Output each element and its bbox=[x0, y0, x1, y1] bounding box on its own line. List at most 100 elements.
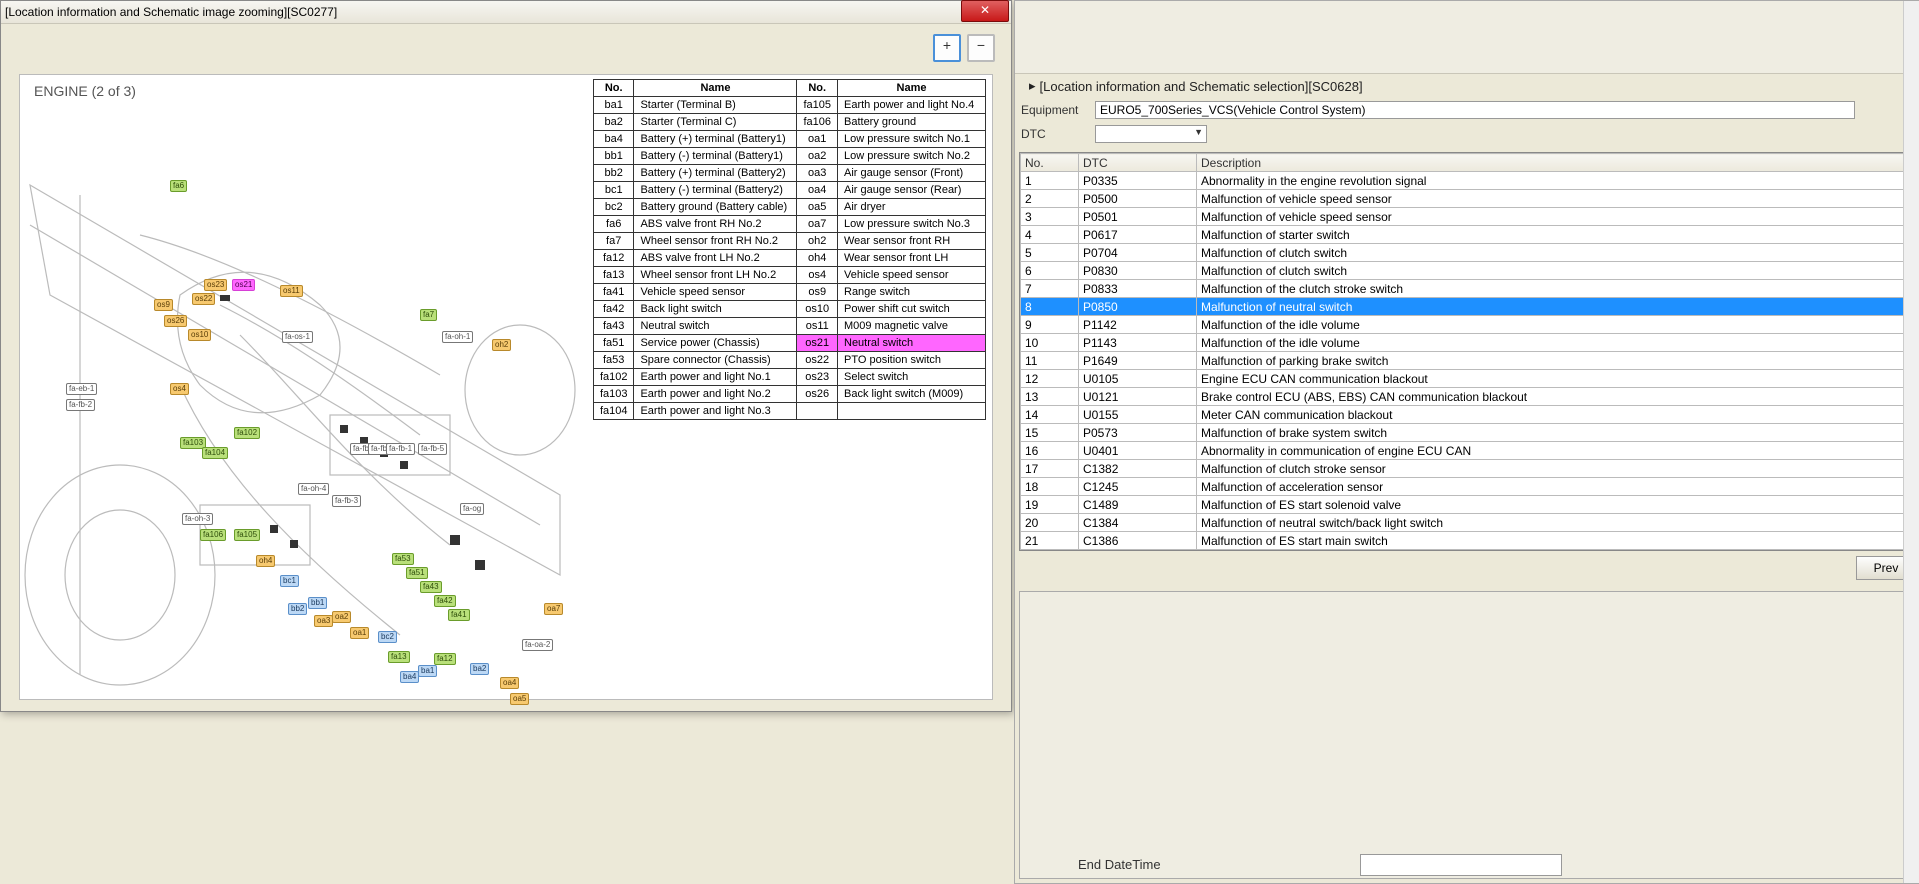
callout-label[interactable]: os10 bbox=[188, 329, 211, 341]
callout-label[interactable]: os26 bbox=[164, 315, 187, 327]
callout-label[interactable]: oh2 bbox=[492, 339, 511, 351]
callout-label[interactable]: fa51 bbox=[406, 567, 428, 579]
callout-label[interactable]: fa43 bbox=[420, 581, 442, 593]
dtc-row[interactable]: 3P0501Malfunction of vehicle speed senso… bbox=[1021, 208, 1915, 226]
dtc-row[interactable]: 5P0704Malfunction of clutch switch bbox=[1021, 244, 1915, 262]
ref-row[interactable]: fa104Earth power and light No.3 bbox=[593, 403, 985, 420]
ref-row[interactable]: fa43Neutral switchos11M009 magnetic valv… bbox=[593, 318, 985, 335]
ref-row[interactable]: fa13Wheel sensor front LH No.2os4Vehicle… bbox=[593, 267, 985, 284]
callout-label[interactable]: oa2 bbox=[332, 611, 351, 623]
callout-label[interactable]: fa102 bbox=[234, 427, 260, 439]
dtc-row[interactable]: 1P0335Abnormality in the engine revoluti… bbox=[1021, 172, 1915, 190]
callout-label[interactable]: bc2 bbox=[378, 631, 397, 643]
callout-label[interactable]: fa104 bbox=[202, 447, 228, 459]
callout-label[interactable]: fa-og bbox=[460, 503, 484, 515]
callout-label[interactable]: fa-fb-3 bbox=[332, 495, 361, 507]
grid-header-dtc[interactable]: DTC bbox=[1079, 154, 1197, 172]
dtc-row[interactable]: 6P0830Malfunction of clutch switch bbox=[1021, 262, 1915, 280]
dtc-row[interactable]: 20C1384Malfunction of neutral switch/bac… bbox=[1021, 514, 1915, 532]
dtc-row[interactable]: 4P0617Malfunction of starter switch bbox=[1021, 226, 1915, 244]
dtc-row[interactable]: 18C1245Malfunction of acceleration senso… bbox=[1021, 478, 1915, 496]
ref-row[interactable]: ba2Starter (Terminal C)fa106Battery grou… bbox=[593, 114, 985, 131]
callout-label[interactable]: bb1 bbox=[308, 597, 327, 609]
callout-label[interactable]: fa-oa-2 bbox=[522, 639, 553, 651]
ref-row[interactable]: fa53Spare connector (Chassis)os22PTO pos… bbox=[593, 352, 985, 369]
dtc-row[interactable]: 14U0155Meter CAN communication blackout bbox=[1021, 406, 1915, 424]
end-datetime-field[interactable] bbox=[1360, 854, 1562, 876]
dtc-row[interactable]: 21C1386Malfunction of ES start main swit… bbox=[1021, 532, 1915, 550]
dtc-row[interactable]: 17C1382Malfunction of clutch stroke sens… bbox=[1021, 460, 1915, 478]
callout-label[interactable]: fa105 bbox=[234, 529, 260, 541]
dtc-row[interactable]: 11P1649Malfunction of parking brake swit… bbox=[1021, 352, 1915, 370]
zoom-out-button[interactable]: − bbox=[967, 34, 995, 62]
dtc-row[interactable]: 19C1489Malfunction of ES start solenoid … bbox=[1021, 496, 1915, 514]
ref-row[interactable]: fa7Wheel sensor front RH No.2oh2Wear sen… bbox=[593, 233, 985, 250]
dtc-grid[interactable]: No. DTC Description 1P0335Abnormality in… bbox=[1020, 153, 1915, 550]
zoom-in-button[interactable]: + bbox=[933, 34, 961, 62]
callout-label[interactable]: os22 bbox=[192, 293, 215, 305]
callout-label[interactable]: fa-oh-1 bbox=[442, 331, 473, 343]
dtc-row[interactable]: 12U0105Engine ECU CAN communication blac… bbox=[1021, 370, 1915, 388]
ref-row[interactable]: bb2Battery (+) terminal (Battery2)oa3Air… bbox=[593, 165, 985, 182]
ref-row[interactable]: fa12ABS valve front LH No.2oh4Wear senso… bbox=[593, 250, 985, 267]
callout-label[interactable]: fa42 bbox=[434, 595, 456, 607]
dtc-row[interactable]: 15P0573Malfunction of brake system switc… bbox=[1021, 424, 1915, 442]
dtc-row[interactable]: 9P1142Malfunction of the idle volume bbox=[1021, 316, 1915, 334]
callout-label[interactable]: fa53 bbox=[392, 553, 414, 565]
ref-row[interactable]: fa6ABS valve front RH No.2oa7Low pressur… bbox=[593, 216, 985, 233]
callout-label[interactable]: fa-eb-1 bbox=[66, 383, 97, 395]
callout-label[interactable]: bb2 bbox=[288, 603, 307, 615]
callout-label[interactable]: ba4 bbox=[400, 671, 419, 683]
callout-label[interactable]: fa-fb-5 bbox=[418, 443, 447, 455]
callout-label[interactable]: fa-oh-4 bbox=[298, 483, 329, 495]
callout-label[interactable]: ba2 bbox=[470, 663, 489, 675]
dtc-row[interactable]: 16U0401Abnormality in communication of e… bbox=[1021, 442, 1915, 460]
callout-label[interactable]: os21 bbox=[232, 279, 255, 291]
ref-row[interactable]: fa103Earth power and light No.2os26Back … bbox=[593, 386, 985, 403]
ref-row[interactable]: bc1Battery (-) terminal (Battery2)oa4Air… bbox=[593, 182, 985, 199]
callout-label[interactable]: fa41 bbox=[448, 609, 470, 621]
ref-row[interactable]: fa42Back light switchos10Power shift cut… bbox=[593, 301, 985, 318]
callout-label[interactable]: oa4 bbox=[500, 677, 519, 689]
callout-label[interactable]: fa-fb-2 bbox=[66, 399, 95, 411]
callout-label[interactable]: oa7 bbox=[544, 603, 563, 615]
scrollbar[interactable] bbox=[1903, 1, 1919, 883]
ref-row[interactable]: fa51Service power (Chassis)os21Neutral s… bbox=[593, 335, 985, 352]
callout-label[interactable]: oa5 bbox=[510, 693, 529, 705]
callout-label[interactable]: oa3 bbox=[314, 615, 333, 627]
callout-label[interactable]: os11 bbox=[280, 285, 303, 297]
callout-label[interactable]: bc1 bbox=[280, 575, 299, 587]
ref-row[interactable]: fa41Vehicle speed sensoros9Range switch bbox=[593, 284, 985, 301]
grid-header-no[interactable]: No. bbox=[1021, 154, 1079, 172]
dtc-row[interactable]: 7P0833Malfunction of the clutch stroke s… bbox=[1021, 280, 1915, 298]
callout-label[interactable]: fa106 bbox=[200, 529, 226, 541]
callout-label[interactable]: oa1 bbox=[350, 627, 369, 639]
dtc-row[interactable]: 8P0850Malfunction of neutral switch bbox=[1021, 298, 1915, 316]
dtc-row[interactable]: 10P1143Malfunction of the idle volume bbox=[1021, 334, 1915, 352]
ref-row[interactable]: ba4Battery (+) terminal (Battery1)oa1Low… bbox=[593, 131, 985, 148]
callout-label[interactable]: fa-fb-1 bbox=[386, 443, 415, 455]
callout-label[interactable]: fa-os-1 bbox=[282, 331, 313, 343]
callout-label[interactable]: os4 bbox=[170, 383, 189, 395]
callout-label[interactable]: fa7 bbox=[420, 309, 437, 321]
dtc-row[interactable]: 2P0500Malfunction of vehicle speed senso… bbox=[1021, 190, 1915, 208]
callout-label[interactable]: fa6 bbox=[170, 180, 187, 192]
close-button[interactable]: ✕ bbox=[961, 0, 1009, 22]
callout-label[interactable]: ba1 bbox=[418, 665, 437, 677]
callout-label[interactable]: os9 bbox=[154, 299, 173, 311]
callout-label[interactable]: fa13 bbox=[388, 651, 410, 663]
callout-label[interactable]: oh4 bbox=[256, 555, 275, 567]
dtc-row[interactable]: 13U0121Brake control ECU (ABS, EBS) CAN … bbox=[1021, 388, 1915, 406]
equipment-field[interactable] bbox=[1095, 101, 1855, 119]
dtc-combobox[interactable] bbox=[1095, 125, 1207, 143]
modal-titlebar[interactable]: [Location information and Schematic imag… bbox=[1, 1, 1011, 24]
ref-row[interactable]: fa102Earth power and light No.1os23Selec… bbox=[593, 369, 985, 386]
callout-label[interactable]: fa-oh-3 bbox=[182, 513, 213, 525]
grid-header-desc[interactable]: Description bbox=[1197, 154, 1915, 172]
expand-icon[interactable]: ▸ bbox=[1029, 78, 1036, 94]
schematic-canvas[interactable]: ENGINE (2 of 3) bbox=[19, 74, 993, 700]
ref-row[interactable]: bb1Battery (-) terminal (Battery1)oa2Low… bbox=[593, 148, 985, 165]
ref-row[interactable]: ba1Starter (Terminal B)fa105Earth power … bbox=[593, 97, 985, 114]
ref-row[interactable]: bc2Battery ground (Battery cable)oa5Air … bbox=[593, 199, 985, 216]
callout-label[interactable]: fa12 bbox=[434, 653, 456, 665]
